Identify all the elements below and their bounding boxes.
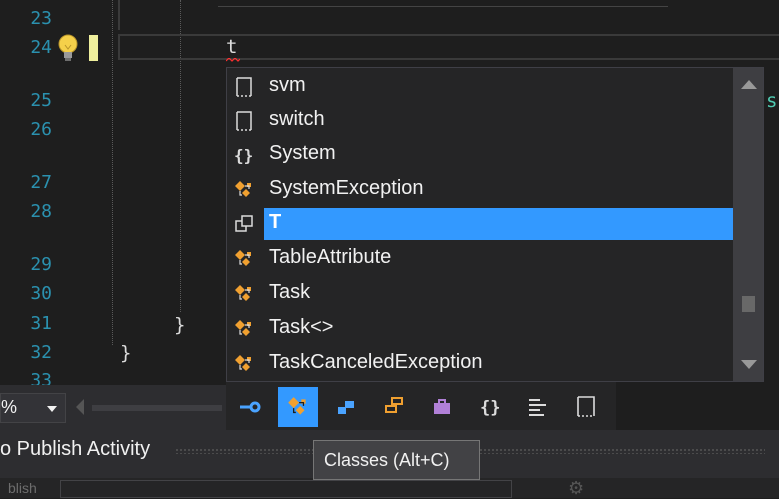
line-number: 27 (30, 172, 52, 193)
classes-filter-icon (288, 397, 306, 415)
enums-filter-button[interactable] (518, 387, 558, 427)
panel-toolbar: blish ⚙ (0, 478, 779, 499)
change-marker (89, 35, 98, 61)
scroll-thumb[interactable] (742, 296, 755, 312)
completion-label: svm (269, 74, 306, 96)
popup-scrollbar[interactable] (733, 68, 763, 381)
filter-tooltip: Classes (Alt+C) (313, 440, 480, 480)
snippets-filter-icon (577, 396, 595, 417)
modules-filter-icon (434, 399, 450, 414)
line-number: 24 (30, 37, 52, 58)
completion-item[interactable]: svm (227, 70, 733, 104)
namespaces-filter-icon: {} (480, 398, 500, 418)
completion-label: System (269, 142, 336, 164)
line-number: 23 (30, 8, 52, 29)
previous-line-code (218, 0, 668, 7)
modules-filter-button[interactable] (422, 387, 462, 427)
completion-filter-bar: {} (226, 382, 616, 430)
line-number: 29 (30, 254, 52, 275)
intellisense-popup[interactable]: svm switch {} System SystemException T T… (226, 67, 764, 382)
completion-item[interactable]: TableAttribute (227, 242, 733, 276)
completion-label: TableAttribute (269, 246, 392, 268)
code-fragment: s (766, 90, 778, 112)
completion-label: Task<> (269, 316, 334, 338)
panel-title: o Publish Activity (0, 438, 151, 460)
snippets-filter-button[interactable] (566, 387, 606, 427)
completion-item[interactable]: Task (227, 277, 733, 311)
svg-text:{}: {} (234, 146, 253, 165)
completion-label: Task (269, 281, 311, 303)
properties-filter-button[interactable] (230, 387, 270, 427)
structures-filter-icon (385, 397, 403, 413)
structures-filter-button[interactable] (374, 387, 414, 427)
snippet-icon (236, 77, 252, 97)
typed-text[interactable]: t (226, 36, 237, 58)
closing-brace: } (120, 342, 132, 364)
line-number: 28 (30, 201, 52, 222)
error-squiggle (226, 58, 240, 62)
editor-status-row: % (0, 385, 226, 430)
completion-label: TaskCanceledException (269, 351, 483, 373)
lightbulb-icon[interactable] (57, 33, 79, 63)
panel-dropdown[interactable] (60, 480, 512, 498)
zoom-value: % (1, 397, 18, 417)
class-icon (235, 320, 251, 336)
line-number: 33 (30, 370, 52, 385)
scroll-down-arrow-icon[interactable] (741, 360, 757, 369)
class-icon (235, 355, 251, 371)
class-icon (235, 285, 251, 301)
closing-brace: } (174, 314, 186, 336)
line-number: 31 (30, 313, 52, 334)
namespace-icon: {} (234, 146, 253, 165)
completion-item[interactable]: TaskCanceledException (227, 347, 733, 381)
class-icon (235, 250, 251, 266)
snippet-icon (236, 111, 252, 131)
class-icon (235, 181, 251, 197)
properties-filter-icon (240, 401, 261, 413)
gear-icon[interactable]: ⚙ (568, 478, 584, 499)
horizontal-scrollbar[interactable] (92, 405, 222, 411)
current-line-highlight (118, 34, 779, 60)
interfaces-filter-button[interactable] (326, 387, 366, 427)
completion-item[interactable]: {} System (227, 138, 733, 172)
svg-text:{}: {} (480, 398, 500, 418)
zoom-dropdown[interactable]: % (0, 393, 66, 423)
completion-label: SystemException (269, 177, 424, 199)
completion-item[interactable]: switch (227, 104, 733, 138)
panel-field-label: blish (8, 480, 37, 496)
enums-filter-icon (529, 399, 546, 416)
line-number: 25 (30, 90, 52, 111)
interfaces-filter-icon (338, 401, 354, 414)
line-number: 32 (30, 342, 52, 363)
line-number: 26 (30, 119, 52, 140)
completion-item-selected[interactable]: T (227, 207, 733, 241)
scroll-left-arrow-icon[interactable] (76, 399, 84, 415)
namespaces-filter-button[interactable]: {} (470, 387, 510, 427)
tooltip-text: Classes (Alt+C) (324, 450, 450, 470)
indent-guide (112, 0, 113, 345)
chevron-down-icon (47, 406, 57, 412)
line-number: 30 (30, 283, 52, 304)
scroll-up-arrow-icon[interactable] (741, 80, 757, 89)
selection-highlight (264, 208, 733, 240)
completion-item[interactable]: Task<> (227, 312, 733, 346)
line-border (118, 0, 120, 30)
type-parameter-icon (235, 215, 253, 232)
completion-label: T (269, 211, 282, 233)
completion-label: switch (269, 108, 325, 130)
classes-filter-button[interactable] (278, 387, 318, 427)
completion-item[interactable]: SystemException (227, 173, 733, 207)
